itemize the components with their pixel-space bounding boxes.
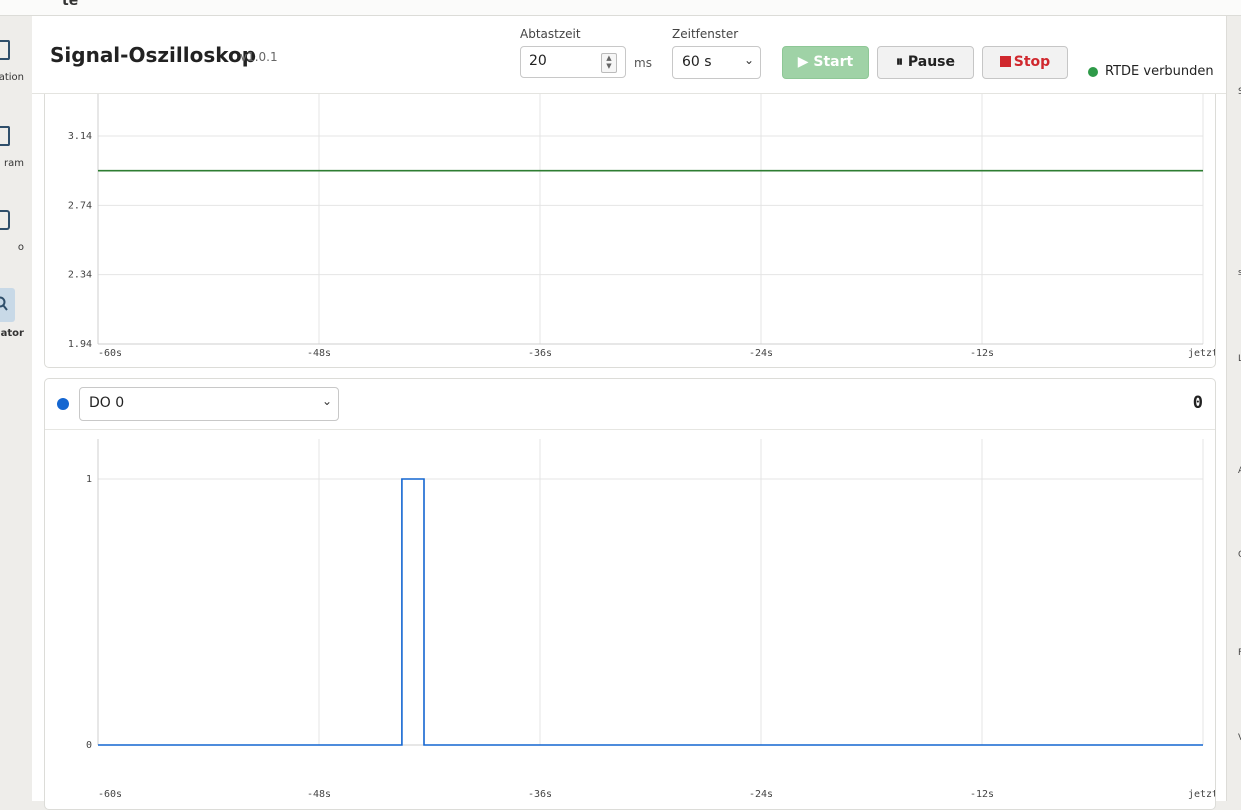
start-button[interactable]: ▶ Start — [782, 46, 869, 79]
x-tick-label: jetzt — [1188, 348, 1215, 359]
y-tick-label: 0 — [86, 740, 92, 751]
connection-status-text: RTDE verbunden — [1105, 64, 1214, 79]
signal-card-analog: -60s -48s -36s -24s -12s jetzt 3.14 2.74 2.34 1.9… — [44, 76, 1216, 368]
stop-button[interactable]: Stop — [982, 46, 1068, 79]
header-bar: Signal-Oszilloskop v1.0.1 Abtastzeit 20 … — [32, 16, 1226, 94]
x-tick-label: -24s — [749, 789, 773, 800]
analog-chart: -60s -48s -36s -24s -12s jetzt 3.14 2.74 2.34 1.9… — [68, 76, 1215, 359]
oscilloscope-panel: -60s -48s -36s -24s -12s jetzt 3.14 2.74 2.34 1.9… — [32, 16, 1226, 810]
layout-icon — [0, 40, 10, 60]
nav-item-label: ram — [4, 158, 24, 169]
nav-item-label: o — [17, 242, 24, 253]
stop-label: Stop — [1013, 54, 1051, 70]
x-tick-label: jetzt — [1188, 789, 1215, 800]
time-window-label: Zeitfenster — [672, 27, 739, 41]
nav-item-program[interactable]: ram — [0, 124, 32, 174]
y-tick-label: 1.94 — [68, 339, 92, 350]
signal-select[interactable]: DO 0 ⌄ — [79, 387, 339, 421]
nav-item-label: ator — [0, 328, 24, 339]
x-tick-label: -60s — [98, 789, 122, 800]
nav-item-setup[interactable]: o — [0, 206, 32, 256]
sample-time-label: Abtastzeit — [520, 27, 581, 41]
x-tick-label: -48s — [307, 789, 331, 800]
right-side-panel: S s L A C F V — [1226, 16, 1241, 801]
left-nav: ation ram o ator — [0, 16, 32, 801]
window-top-label: te — [62, 0, 79, 9]
time-window-value: 60 s — [682, 54, 712, 70]
chevron-down-icon: ⌄ — [743, 53, 754, 67]
connection-status-dot — [1088, 67, 1098, 77]
search-icon — [0, 296, 8, 311]
sample-time-unit: ms — [634, 56, 652, 70]
nav-item-label: ation — [0, 72, 24, 83]
stop-icon — [999, 56, 1011, 67]
nav-item-installation[interactable]: ation — [0, 38, 32, 88]
current-value: 0 — [1192, 393, 1203, 413]
x-tick-label: -12s — [970, 348, 994, 359]
series-line — [98, 478, 1203, 746]
cube-icon — [0, 210, 10, 230]
sample-time-stepper[interactable]: ▲ ▼ — [601, 53, 617, 73]
digital-chart: -60s -48s -36s -24s -12s jetzt 1 0 — [86, 439, 1215, 800]
x-tick-label: -60s — [98, 348, 122, 359]
x-tick-label: -12s — [970, 789, 994, 800]
page-title: Signal-Oszilloskop — [50, 43, 257, 67]
program-icon — [0, 126, 10, 146]
series-color-dot — [57, 398, 69, 410]
window-top-strip: te — [0, 0, 1241, 16]
y-tick-label: 2.74 — [68, 200, 92, 211]
signal-select-value: DO 0 — [89, 395, 125, 411]
nav-item-oscilloscope[interactable]: ator — [0, 288, 32, 339]
signal-card-do0: DO 0 ⌄ 0 -60s -48s -36s -24s -12s jetzt 1 0 — [44, 378, 1216, 810]
y-tick-label: 2.34 — [68, 270, 92, 281]
x-tick-label: -36s — [528, 348, 552, 359]
pause-button[interactable]: ⏸ Pause — [877, 46, 974, 79]
version-label: v1.0.1 — [240, 50, 278, 64]
x-tick-label: -24s — [749, 348, 773, 359]
x-tick-label: -36s — [528, 789, 552, 800]
y-tick-label: 1 — [86, 474, 92, 485]
signal-card-header: DO 0 ⌄ 0 — [45, 379, 1215, 430]
chevron-down-icon: ⌄ — [321, 394, 332, 408]
x-tick-label: -48s — [307, 348, 331, 359]
time-window-select[interactable]: 60 s ⌄ — [672, 46, 761, 79]
y-tick-label: 3.14 — [68, 131, 92, 142]
